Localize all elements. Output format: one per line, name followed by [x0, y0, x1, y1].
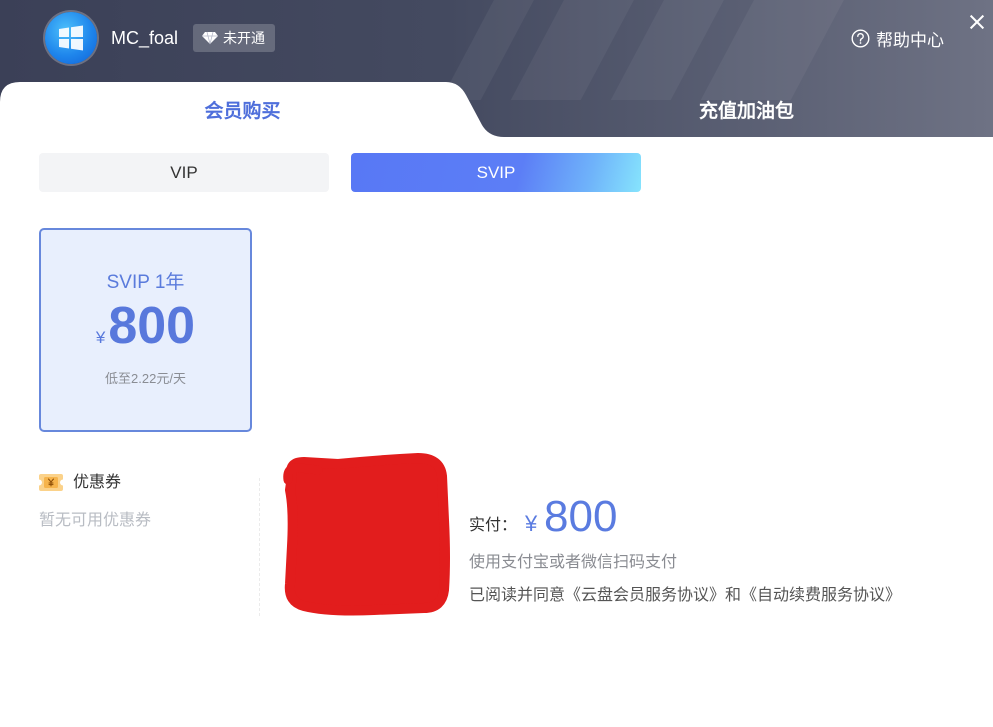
coupon-ticket-icon: [39, 474, 63, 491]
paid-label: 实付：: [469, 517, 518, 534]
redacted-qr-code: [283, 453, 450, 616]
username: MC_foal: [111, 28, 179, 48]
windows-logo-icon: [59, 25, 83, 51]
question-circle-icon: [851, 28, 870, 48]
plan-name: SVIP 1年: [106, 272, 185, 293]
avatar[interactable]: [45, 12, 97, 64]
agreement-prefix: 已阅读并同意: [469, 587, 566, 604]
tab-recharge-boost-pack[interactable]: 充值加油包: [500, 82, 993, 137]
membership-service-agreement-link[interactable]: 《云盘会员服务协议》: [565, 587, 725, 604]
plan-per-day-price: 低至2.22元/天: [105, 371, 186, 386]
plan-price: ¥800: [41, 298, 250, 354]
coupon-empty-text: 暂无可用优惠券: [39, 512, 152, 529]
svip-type-button[interactable]: SVIP: [351, 153, 641, 192]
agreement-text: 已阅读并同意《云盘会员服务协议》和《自动续费服务协议》: [469, 586, 901, 606]
coupon-title: 优惠券: [73, 474, 122, 491]
section-divider: [259, 478, 260, 616]
vip-type-button[interactable]: VIP: [39, 153, 329, 192]
help-center-link[interactable]: 帮助中心: [851, 27, 944, 50]
agreement-joiner: 和: [725, 587, 742, 604]
payment-method-hint: 使用支付宝或者微信扫码支付: [469, 554, 678, 571]
plan-currency: ¥: [95, 328, 106, 347]
help-center-label: 帮助中心: [876, 30, 944, 50]
paid-amount: 800: [544, 492, 618, 541]
plan-amount: 800: [108, 297, 196, 355]
membership-status-badge: 未开通: [193, 24, 275, 52]
tab-membership-purchase[interactable]: 会员购买: [0, 82, 485, 137]
auto-renewal-agreement-link[interactable]: 《自动续费服务协议》: [741, 587, 901, 604]
diamond-icon: [202, 31, 218, 45]
plan-card-svip-1-year[interactable]: SVIP 1年 ¥800 低至2.22元/天: [39, 228, 252, 432]
badge-label: 未开通: [223, 30, 265, 46]
close-icon[interactable]: [966, 11, 988, 33]
paid-currency: ¥: [525, 511, 538, 536]
